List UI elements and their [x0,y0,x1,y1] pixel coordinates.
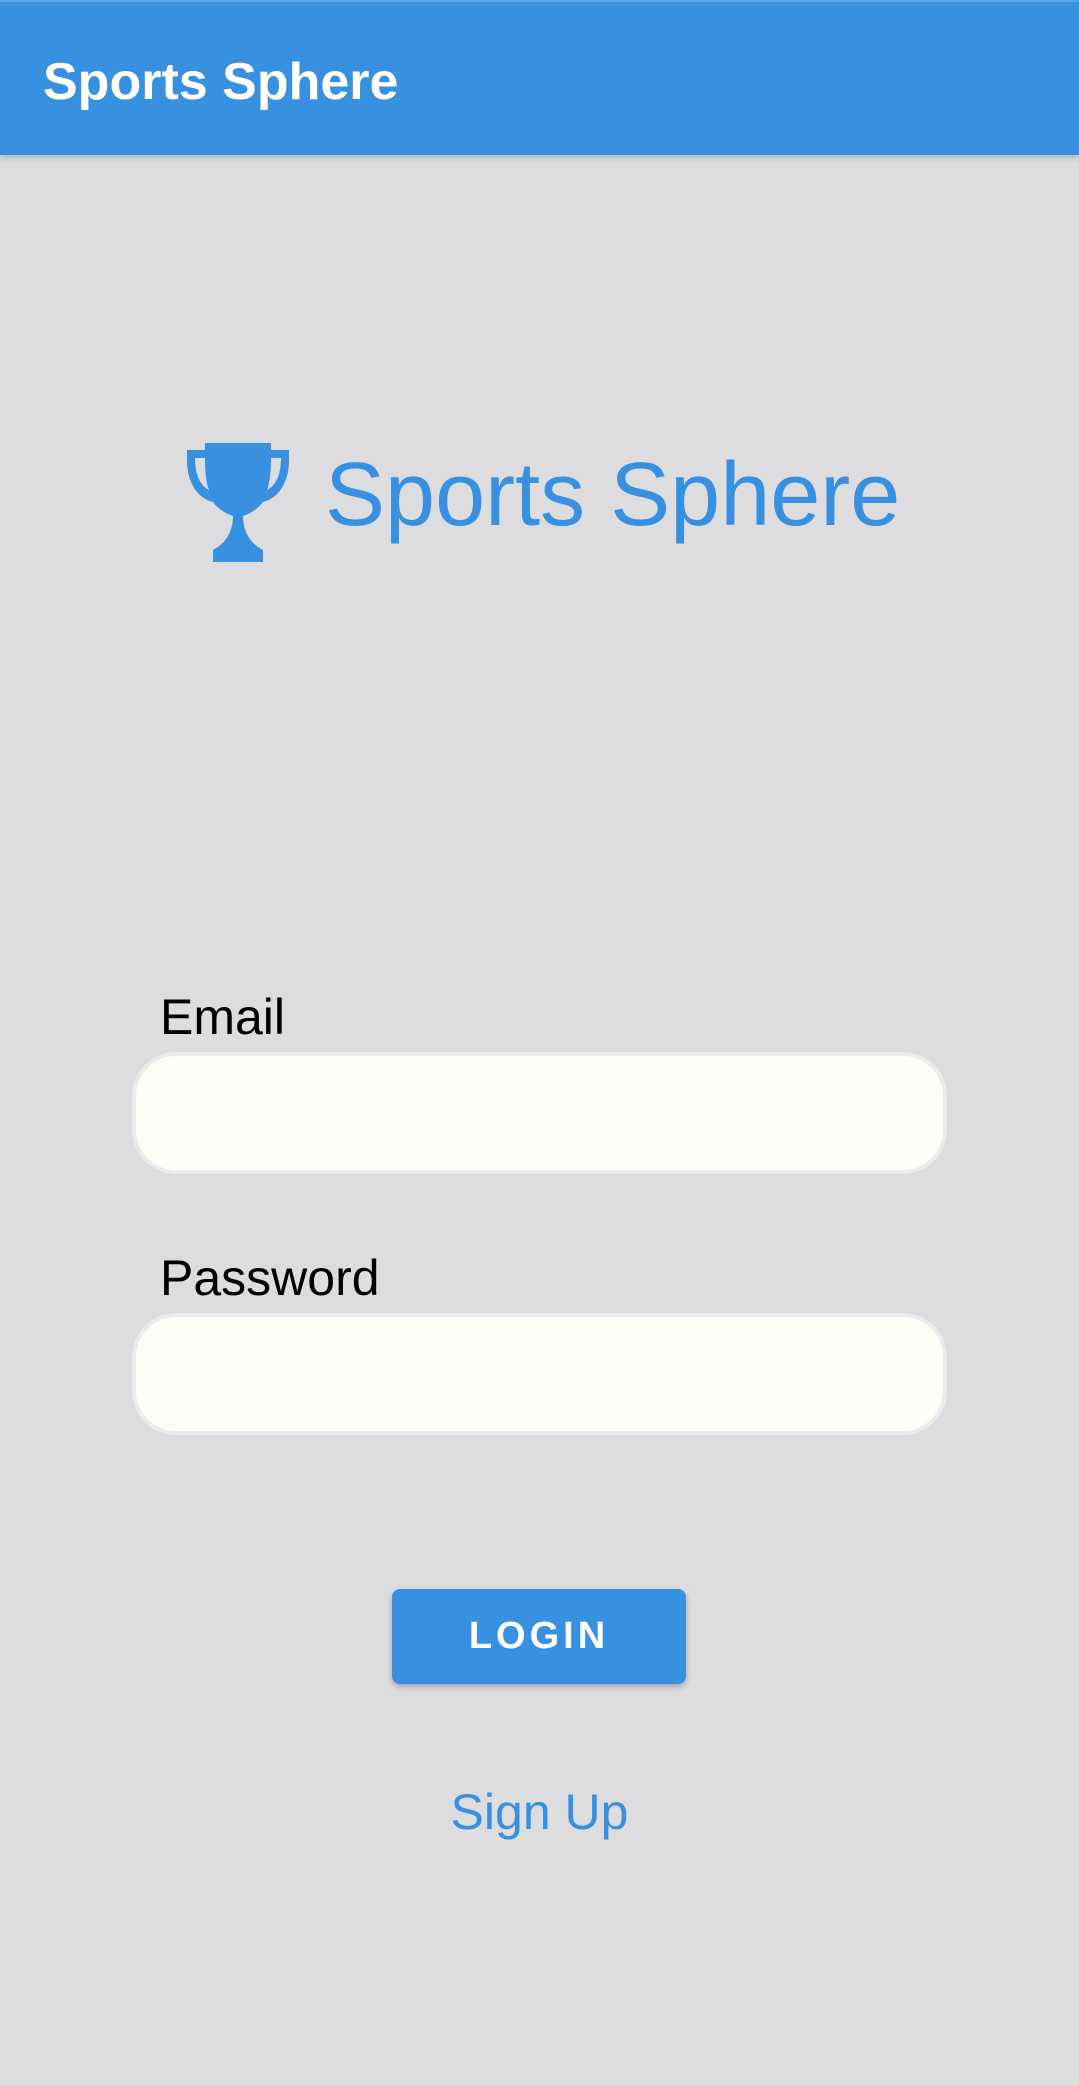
login-button[interactable]: LOGIN [392,1589,686,1684]
email-label: Email [160,989,286,1045]
logo-text: Sports Sphere [325,445,901,545]
logo: Sports Sphere [183,440,903,565]
password-label: Password [160,1250,380,1306]
email-field[interactable] [132,1052,947,1174]
trophy-icon [187,443,289,562]
password-field[interactable] [132,1313,947,1435]
app-bar: Sports Sphere [0,0,1079,155]
sign-up-link[interactable]: Sign Up [0,1782,1079,1842]
app-bar-title: Sports Sphere [43,53,399,111]
